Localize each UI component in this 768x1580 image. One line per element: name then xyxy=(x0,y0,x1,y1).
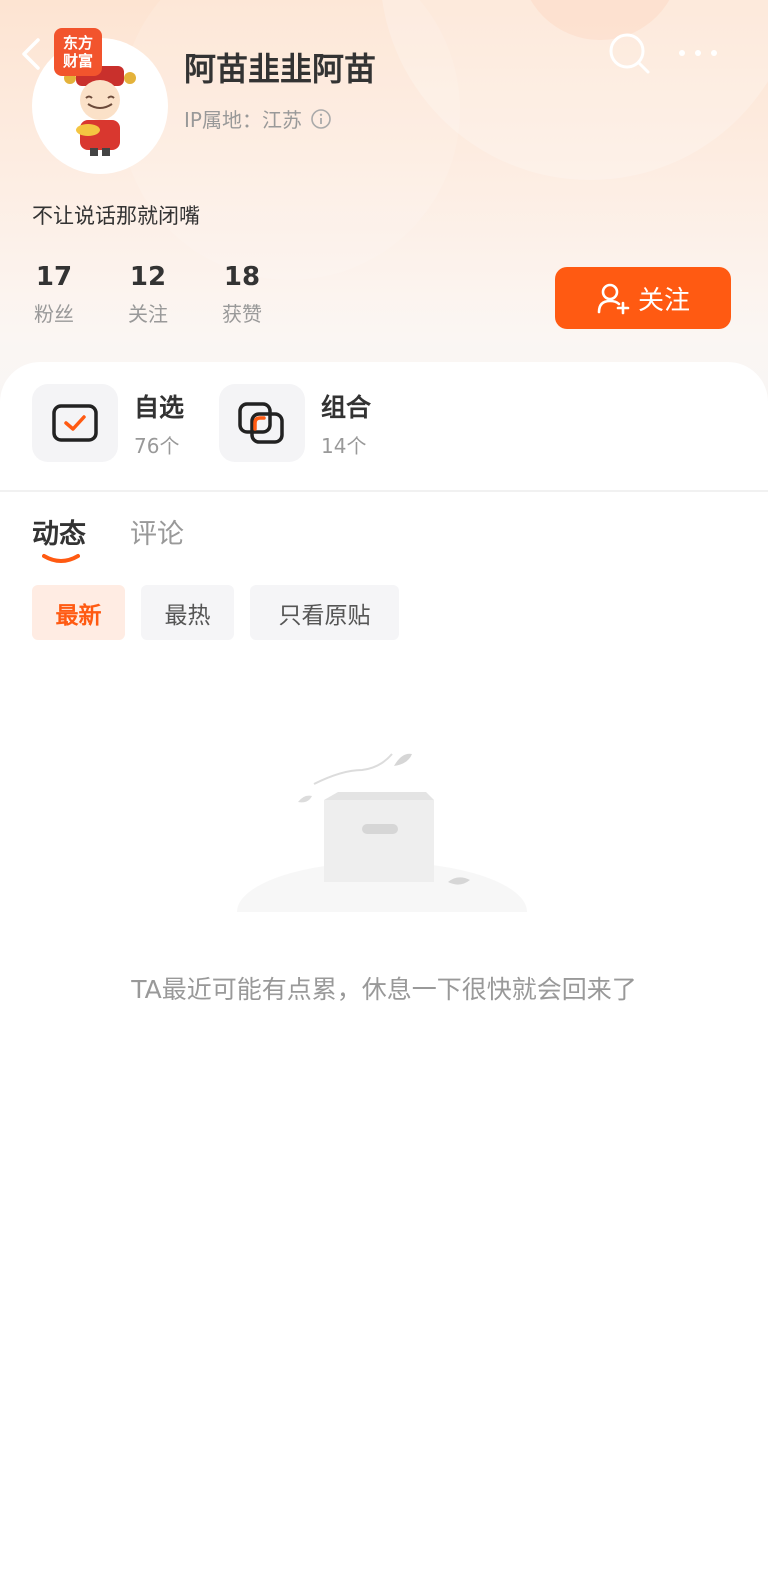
active-tab-indicator xyxy=(42,554,80,563)
ip-location: IP属地： 江苏 xyxy=(184,104,332,133)
search-icon xyxy=(609,33,650,74)
empty-state-message: TA最近可能有点累，休息一下很快就会回来了 xyxy=(131,975,637,1004)
filter-hottest[interactable]: 最热 xyxy=(141,585,234,640)
decor-circle xyxy=(120,0,460,280)
ip-value: 江苏 xyxy=(261,108,302,132)
filter-latest[interactable]: 最新 xyxy=(32,585,125,640)
filter-original-only[interactable]: 只看原贴 xyxy=(250,585,399,640)
stat-following[interactable]: 12 关注 xyxy=(118,262,178,327)
portfolio-count: 14个 xyxy=(321,434,367,458)
stat-label: 关注 xyxy=(128,302,168,326)
brand-badge-line1: 东方 xyxy=(62,34,93,52)
search-button[interactable] xyxy=(606,30,652,76)
checkbox-icon xyxy=(52,404,98,442)
follow-button[interactable]: 关注 xyxy=(555,267,731,329)
watchlist-entry-icon[interactable] xyxy=(32,384,118,462)
more-dots-icon xyxy=(679,50,717,56)
empty-box-illustration xyxy=(232,753,532,930)
brand-badge: 东方 财富 xyxy=(54,28,102,76)
portfolio-entry-icon[interactable] xyxy=(219,384,305,462)
watchlist-title[interactable]: 自选 xyxy=(134,388,184,424)
stat-label: 获赞 xyxy=(222,302,262,326)
portfolio-icon xyxy=(238,402,284,444)
user-name: 阿苗韭韭阿苗 xyxy=(184,50,377,88)
stat-value: 18 xyxy=(223,262,261,292)
portfolio-title[interactable]: 组合 xyxy=(321,388,371,424)
section-divider xyxy=(0,490,768,492)
add-user-icon xyxy=(597,283,630,315)
stat-fans[interactable]: 17 粉丝 xyxy=(24,262,84,327)
tab-dynamics[interactable]: 动态 xyxy=(32,512,86,551)
stat-value: 17 xyxy=(35,262,73,292)
brand-badge-line2: 财富 xyxy=(62,52,93,70)
watchlist-count: 76个 xyxy=(134,434,180,458)
stat-likes[interactable]: 18 获赞 xyxy=(212,262,272,327)
tab-comments[interactable]: 评论 xyxy=(130,512,184,551)
user-bio: 不让说话那就闭嘴 xyxy=(32,204,200,228)
stat-label: 粉丝 xyxy=(34,302,74,326)
stat-value: 12 xyxy=(129,262,167,292)
more-options-button[interactable] xyxy=(676,38,720,68)
info-icon[interactable] xyxy=(310,108,332,130)
ip-label: IP属地： xyxy=(184,108,262,132)
follow-button-label: 关注 xyxy=(637,285,690,316)
